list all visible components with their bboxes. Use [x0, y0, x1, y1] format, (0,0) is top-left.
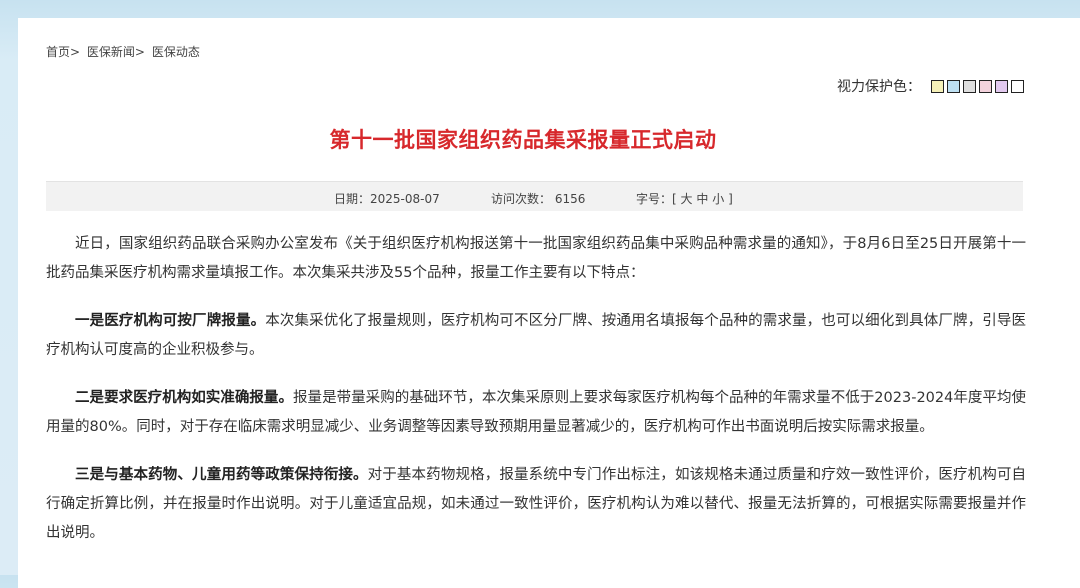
eye-care-color-picker: 视力保护色： — [837, 76, 1024, 96]
date-meta: 日期：2025-08-07 — [334, 190, 440, 207]
swatch-pink[interactable] — [979, 79, 992, 93]
swatch-group — [931, 79, 1024, 93]
paragraph-lead: 一是医疗机构可按厂牌报量。 — [75, 313, 266, 329]
article-body: 近日，国家组织药品联合采购办公室发布《关于组织医疗机构报送第十一批国家组织药品集… — [46, 230, 1026, 567]
breadcrumb-separator: > — [134, 45, 145, 59]
swatch-blue[interactable] — [947, 79, 960, 93]
font-size-label: 字号： — [636, 192, 673, 206]
article-paragraph: 三是与基本药物、儿童用药等政策保持衔接。对于基本药物规格，报量系统中专门作出标注… — [46, 461, 1026, 548]
visits-value: 6156 — [554, 192, 586, 206]
article-title: 第十一批国家组织药品集采报量正式启动 — [329, 128, 717, 152]
breadcrumb-section-link[interactable]: 医保动态 — [152, 43, 200, 60]
swatch-white[interactable] — [1011, 79, 1024, 93]
breadcrumb-separator: > — [70, 45, 81, 59]
font-bracket-close: ] — [728, 192, 733, 206]
swatch-yellow[interactable] — [931, 79, 944, 93]
article-paragraph: 一是医疗机构可按厂牌报量。本次集采优化了报量规则，医疗机构可不区分厂牌、按通用名… — [46, 307, 1026, 365]
breadcrumb-home-link[interactable]: 首页 — [46, 43, 70, 60]
swatch-gray[interactable] — [963, 79, 976, 93]
article-paragraph: 近日，国家组织药品联合采购办公室发布《关于组织医疗机构报送第十一批国家组织药品集… — [46, 230, 1026, 288]
article-info-bar: 日期：2025-08-07 访问次数： 6156 字号：[ 大 中 小 ] — [46, 181, 1023, 211]
swatch-purple[interactable] — [995, 79, 1008, 93]
breadcrumb: 首页> 医保新闻> 医保动态 — [46, 43, 200, 60]
paragraph-text: 近日，国家组织药品联合采购办公室发布《关于组织医疗机构报送第十一批国家组织药品集… — [46, 236, 1026, 281]
breadcrumb-news-link[interactable]: 医保新闻 — [87, 43, 135, 60]
font-bracket-open: [ — [672, 192, 677, 206]
font-size-control: 字号：[ 大 中 小 ] — [636, 190, 733, 207]
eye-care-label: 视力保护色： — [837, 79, 921, 95]
visits-label: 访问次数： — [491, 192, 552, 206]
font-size-large-button[interactable]: 大 — [681, 192, 693, 206]
paragraph-lead: 二是要求医疗机构如实准确报量。 — [75, 390, 293, 406]
visits-meta: 访问次数： 6156 — [491, 190, 585, 207]
date-label: 日期： — [334, 192, 371, 206]
article-paragraph: 二是要求医疗机构如实准确报量。报量是带量采购的基础环节，本次集采原则上要求每家医… — [46, 384, 1026, 442]
paragraph-lead: 三是与基本药物、儿童用药等政策保持衔接。 — [75, 467, 368, 483]
date-value: 2025-08-07 — [370, 192, 440, 206]
content-sheet: 首页> 医保新闻> 医保动态 视力保护色： 第十一批国家组织药品集采报量正式启动… — [18, 18, 1080, 588]
font-size-medium-button[interactable]: 中 — [696, 192, 708, 206]
font-size-small-button[interactable]: 小 — [712, 192, 724, 206]
